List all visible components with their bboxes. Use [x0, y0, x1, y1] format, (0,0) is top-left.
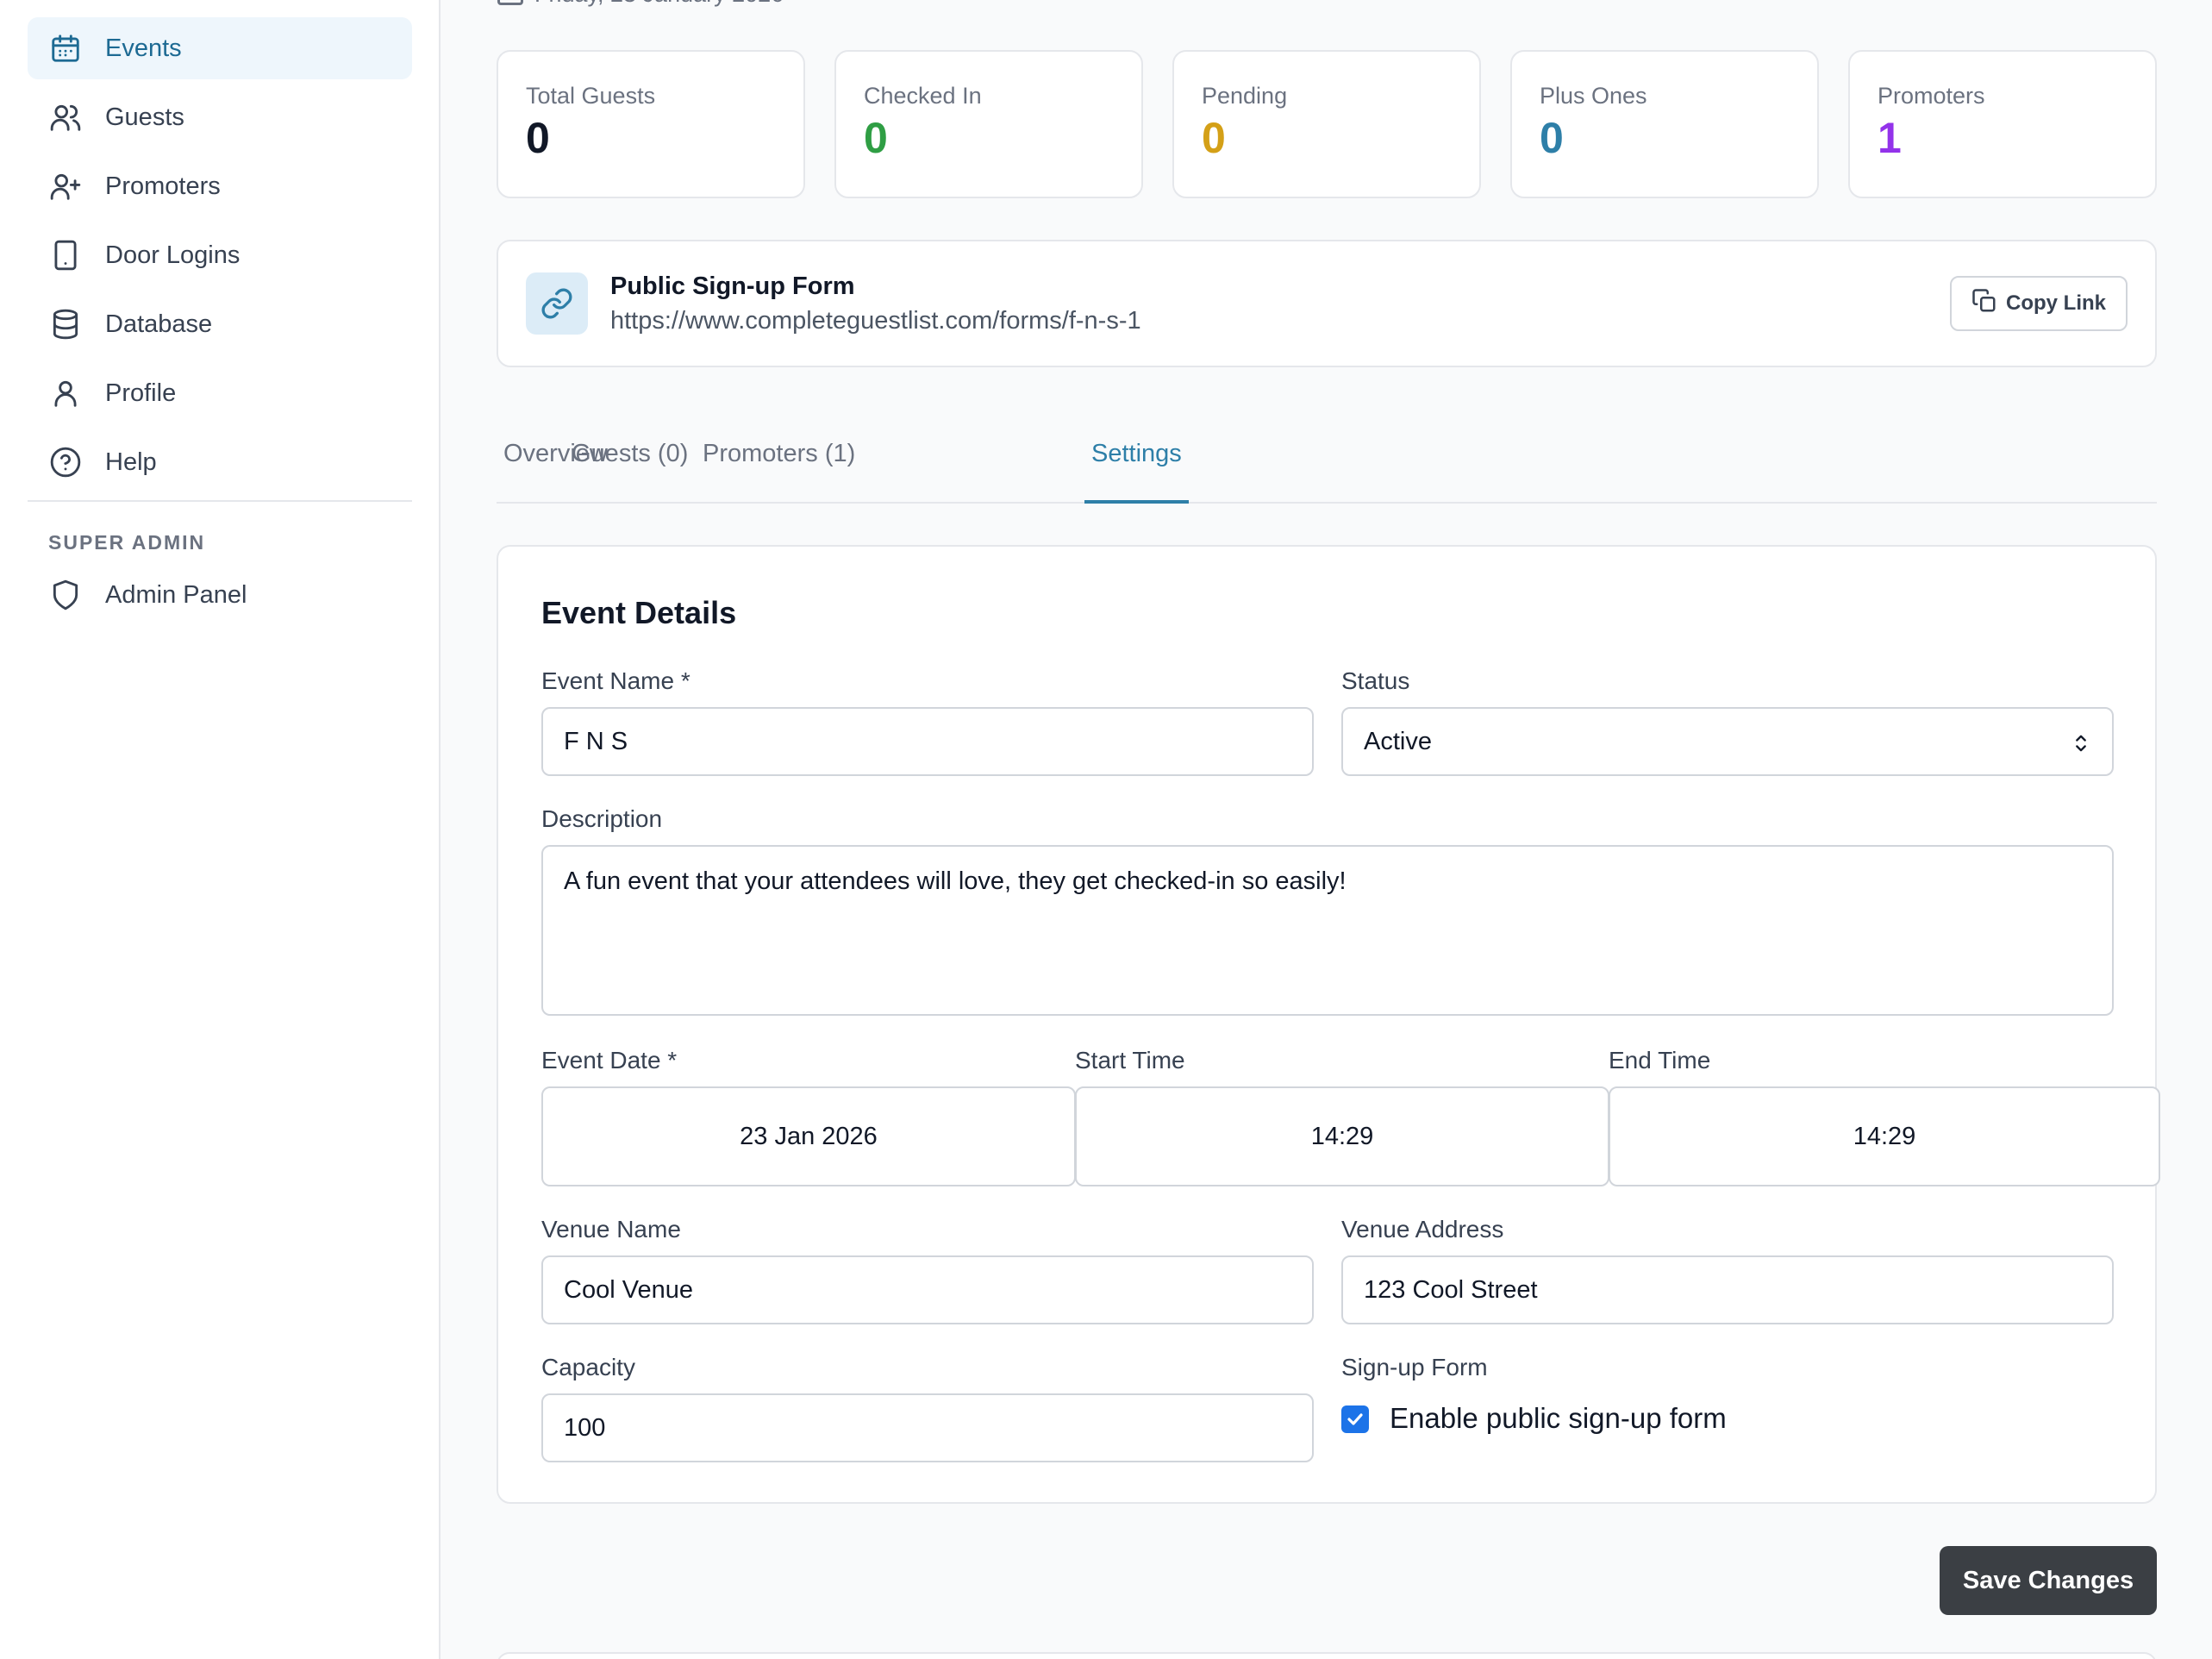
capacity-input[interactable]: 100	[541, 1393, 1314, 1462]
stat-value: 0	[864, 114, 888, 162]
event-date-label: Event Date *	[541, 1047, 678, 1074]
signup-form-url[interactable]: https://www.completeguestlist.com/forms/…	[610, 307, 1141, 335]
sidebar-item-events[interactable]: Events	[28, 17, 412, 79]
enable-signup-checkbox[interactable]	[1341, 1405, 1369, 1433]
sidebar-divider	[28, 500, 412, 502]
database-icon	[48, 307, 83, 341]
help-circle-icon	[48, 445, 83, 479]
sidebar-item-door-logins[interactable]: Door Logins	[28, 224, 412, 286]
stat-card-total-guests: Total Guests 0	[497, 50, 805, 198]
public-signup-card: Public Sign-up Form https://www.complete…	[497, 240, 2157, 367]
event-date-header: Friday, 23 January 2026	[534, 0, 784, 8]
stat-card-plus-ones: Plus Ones 0	[1510, 50, 1819, 198]
sidebar-item-label: Profile	[105, 379, 177, 407]
sidebar-item-label: Admin Panel	[105, 580, 247, 609]
stat-value: 0	[1202, 114, 1226, 162]
venue-name-input[interactable]: Cool Venue	[541, 1255, 1314, 1324]
app-root: Events Guests Promoters Door Logins Data…	[0, 0, 2212, 1659]
capacity-label: Capacity	[541, 1354, 635, 1380]
description-label: Description	[541, 805, 663, 832]
user-icon	[48, 376, 83, 410]
sidebar-section-label: SUPER ADMIN	[48, 531, 206, 554]
users-icon	[48, 100, 83, 135]
tablet-icon	[48, 238, 83, 272]
signup-form-title: Public Sign-up Form	[610, 272, 855, 300]
venue-address-input[interactable]: 123 Cool Street	[1341, 1255, 2114, 1324]
sidebar-item-guests[interactable]: Guests	[28, 86, 412, 148]
stat-card-checked-in: Checked In 0	[834, 50, 1143, 198]
copy-icon	[1971, 288, 1997, 320]
event-details-heading: Event Details	[541, 595, 737, 630]
sidebar-item-label: Help	[105, 448, 157, 476]
sidebar-item-label: Promoters	[105, 172, 221, 200]
checkmark-icon	[1347, 1413, 1363, 1425]
tab-settings[interactable]: Settings	[1084, 440, 1189, 504]
copy-link-button[interactable]: Copy Link	[1950, 276, 2128, 331]
next-card	[497, 1652, 2157, 1659]
shield-icon	[48, 578, 83, 612]
user-plus-icon	[48, 169, 83, 203]
event-name-input[interactable]: F N S	[541, 707, 1314, 776]
start-time-input[interactable]: 14:29	[1075, 1086, 1609, 1186]
venue-name-label: Venue Name	[541, 1216, 681, 1243]
copy-link-label: Copy Link	[2005, 291, 2106, 315]
stat-card-promoters: Promoters 1	[1848, 50, 2157, 198]
chevron-up-down-icon	[2076, 735, 2086, 752]
calendar-icon	[497, 0, 523, 5]
stat-value: 1	[1878, 114, 1902, 162]
save-changes-button[interactable]: Save Changes	[1940, 1546, 2157, 1615]
sidebar-item-help[interactable]: Help	[28, 431, 412, 493]
stat-label: Checked In	[864, 83, 982, 109]
stat-card-pending: Pending 0	[1172, 50, 1481, 198]
tab-guests[interactable]: Guests (0)	[565, 440, 695, 504]
stat-label: Promoters	[1878, 83, 1985, 109]
event-details-card: Event Details Event Name * F N S Status …	[497, 545, 2160, 1504]
stat-value: 0	[1540, 114, 1564, 162]
status-select[interactable]: Active	[1341, 707, 2114, 776]
tab-promoters[interactable]: Promoters (1)	[696, 440, 862, 504]
sidebar-item-label: Door Logins	[105, 241, 241, 269]
sidebar-item-label: Events	[105, 34, 182, 62]
sidebar-item-database[interactable]: Database	[28, 293, 412, 355]
link-icon	[526, 272, 588, 335]
stat-label: Plus Ones	[1540, 83, 1647, 109]
enable-signup-label[interactable]: Enable public sign-up form	[1390, 1402, 1727, 1435]
event-tabs: Overview Guests (0) Promoters (1) Settin…	[497, 414, 2157, 504]
stat-label: Total Guests	[526, 83, 656, 109]
stat-label: Pending	[1202, 83, 1288, 109]
event-name-label: Event Name *	[541, 667, 690, 694]
sidebar-item-promoters[interactable]: Promoters	[28, 155, 412, 217]
status-value: Active	[1364, 727, 1432, 755]
signup-form-label: Sign-up Form	[1341, 1354, 1488, 1380]
sidebar: Events Guests Promoters Door Logins Data…	[0, 0, 441, 1659]
calendar-icon	[48, 31, 83, 66]
stat-value: 0	[526, 114, 550, 162]
event-date-input[interactable]: 23 Jan 2026	[541, 1086, 1076, 1186]
sidebar-item-label: Guests	[105, 103, 184, 131]
sidebar-item-admin-panel[interactable]: Admin Panel	[28, 564, 412, 626]
sidebar-item-label: Database	[105, 310, 213, 338]
end-time-label: End Time	[1609, 1047, 1711, 1074]
description-textarea[interactable]: A fun event that your attendees will lov…	[541, 845, 2114, 1016]
status-label: Status	[1341, 667, 1410, 694]
venue-address-label: Venue Address	[1341, 1216, 1504, 1243]
end-time-input[interactable]: 14:29	[1609, 1086, 2160, 1186]
start-time-label: Start Time	[1075, 1047, 1185, 1074]
sidebar-item-profile[interactable]: Profile	[28, 362, 412, 424]
